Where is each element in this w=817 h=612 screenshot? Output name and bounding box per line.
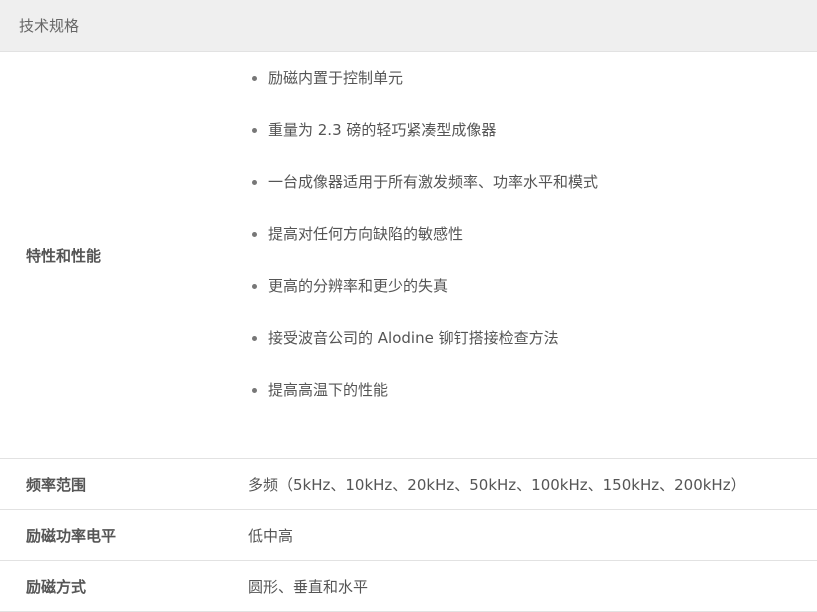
- table-row: 励磁方式 圆形、垂直和水平: [0, 561, 817, 612]
- feature-list: 励磁内置于控制单元 重量为 2.3 磅的轻巧紧凑型成像器 一台成像器适用于所有激…: [248, 66, 817, 430]
- power-value: 低中高: [248, 526, 294, 545]
- spec-table: 特性和性能 励磁内置于控制单元 重量为 2.3 磅的轻巧紧凑型成像器 一台成像器…: [0, 52, 817, 612]
- bullet-icon: [252, 76, 257, 81]
- list-item: 励磁内置于控制单元: [252, 66, 817, 118]
- list-item: 提高对任何方向缺陷的敏感性: [252, 222, 817, 274]
- section-header: 技术规格: [0, 0, 817, 52]
- list-item: 提高高温下的性能: [252, 378, 817, 430]
- table-row: 频率范围 多频（5kHz、10kHz、20kHz、50kHz、100kHz、15…: [0, 459, 817, 510]
- list-item: 重量为 2.3 磅的轻巧紧凑型成像器: [252, 118, 817, 170]
- bullet-icon: [252, 284, 257, 289]
- frequency-value: 多频（5kHz、10kHz、20kHz、50kHz、100kHz、150kHz、…: [248, 475, 746, 494]
- power-label: 励磁功率电平: [26, 526, 117, 545]
- mode-value: 圆形、垂直和水平: [248, 577, 369, 596]
- mode-label: 励磁方式: [26, 577, 87, 596]
- bullet-icon: [252, 388, 257, 393]
- section-title: 技术规格: [19, 17, 80, 35]
- bullet-icon: [252, 128, 257, 133]
- bullet-icon: [252, 336, 257, 341]
- table-row: 励磁功率电平 低中高: [0, 510, 817, 561]
- bullet-icon: [252, 180, 257, 185]
- list-item: 一台成像器适用于所有激发频率、功率水平和模式: [252, 170, 817, 222]
- list-item: 接受波音公司的 Alodine 铆钉搭接检查方法: [252, 326, 817, 378]
- list-item: 更高的分辨率和更少的失真: [252, 274, 817, 326]
- features-value: 励磁内置于控制单元 重量为 2.3 磅的轻巧紧凑型成像器 一台成像器适用于所有激…: [222, 52, 817, 459]
- bullet-icon: [252, 232, 257, 237]
- features-label: 特性和性能: [26, 246, 102, 265]
- frequency-label: 频率范围: [26, 475, 87, 494]
- table-row: 特性和性能 励磁内置于控制单元 重量为 2.3 磅的轻巧紧凑型成像器 一台成像器…: [0, 52, 817, 459]
